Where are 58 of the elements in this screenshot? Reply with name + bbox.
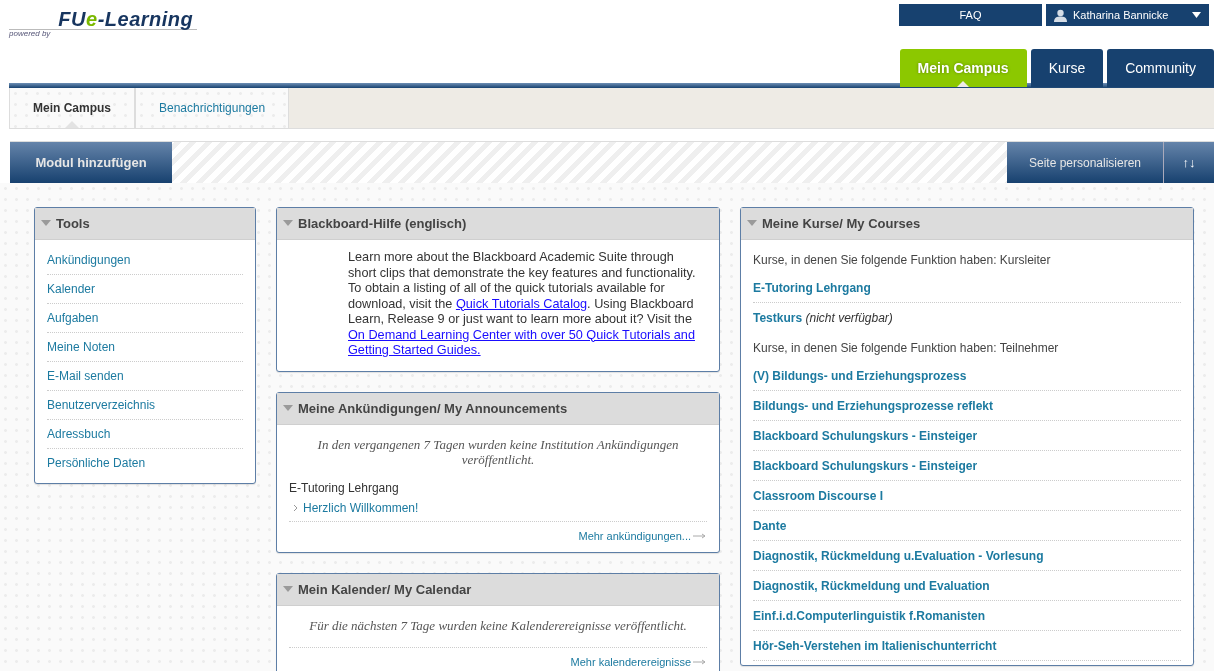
faq-link[interactable]: FAQ: [899, 4, 1042, 26]
module-title: Mein Kalender/ My Calendar: [298, 581, 472, 597]
add-module-button[interactable]: Modul hinzufügen: [10, 142, 172, 183]
main-tab[interactable]: Kurse: [1030, 49, 1104, 87]
user-menu[interactable]: Katharina Bannicke: [1046, 4, 1209, 26]
arrow-icon: [693, 532, 707, 539]
tool-link[interactable]: Aufgaben: [47, 304, 243, 333]
course-link[interactable]: Einf.i.d.Computerlinguistik f.Romanisten: [753, 609, 985, 623]
course-link[interactable]: Blackboard Schulungskurs - Einsteiger: [753, 459, 978, 473]
more-link[interactable]: Mehr ankündigungen...: [578, 529, 691, 542]
personalize-page-button[interactable]: Seite personalisieren: [1007, 142, 1164, 183]
course-link[interactable]: Hör-Seh-Verstehen im Italienischunterricht: [753, 639, 997, 653]
dropdown-caret-icon: [1192, 12, 1201, 18]
module-title: Blackboard-Hilfe (englisch): [298, 216, 467, 231]
course-link[interactable]: Testkurs: [753, 311, 803, 325]
module-title: Tools: [56, 216, 90, 231]
help-paragraph: Learn more about the Blackboard Academic Suite through short clips that demonstrate the key features and functionality. To obtain a listing of all of the quick tutorials available for download, visit the Quick Tutorials Catalog. Using Blackboard Learn, Release 9 or just want to learn more about it? Visit the On Demand Learning Center with over 50 Quick Tutorials and Getting Started Guides.: [277, 250, 719, 359]
collapse-caret-icon[interactable]: [283, 220, 293, 227]
chevron-icon: [293, 503, 298, 512]
tool-link[interactable]: Adressbuch: [47, 420, 243, 449]
collapse-caret-icon[interactable]: [747, 220, 757, 227]
module-title: Meine Kurse/ My Courses: [762, 216, 921, 231]
availability-note: (nicht verfügbar): [805, 311, 893, 325]
main-tab[interactable]: Community: [1107, 49, 1214, 87]
course-link[interactable]: Dante: [753, 519, 787, 533]
course-link[interactable]: Blackboard Schulungskurs - Einsteiger: [753, 429, 978, 443]
reorder-button[interactable]: ↑↓: [1164, 142, 1214, 183]
brand-logo[interactable]: powered by FUe-Learning: [9, 8, 198, 38]
empty-notice: In den vergangenen 7 Tagen wurden keine Institution Ankündigungen veröffentlicht.: [316, 436, 680, 467]
course-link[interactable]: Diagnostik, Rückmeldung und Evaluation: [753, 579, 990, 593]
arrow-icon: [693, 658, 707, 665]
tool-link[interactable]: Meine Noten: [47, 333, 243, 362]
tool-link[interactable]: Benutzerverzeichnis: [47, 391, 243, 420]
course-link[interactable]: Classroom Discourse I: [753, 489, 884, 503]
collapse-caret-icon[interactable]: [283, 585, 293, 593]
role-heading: Kurse, in denen Sie folgende Funktion haben: Kursleiter: [753, 252, 1052, 269]
course-name: E-Tutoring Lehrgang: [289, 480, 400, 495]
tool-link[interactable]: Kalender: [47, 275, 243, 304]
tool-link[interactable]: Persönliche Daten: [47, 449, 243, 477]
tutorial-link[interactable]: On Demand Learning Center with over 50 Quick Tutorials and Getting Started Guides.: [348, 327, 705, 359]
announcement-link[interactable]: Herzlich Willkommen!: [303, 500, 419, 515]
role-heading: Kurse, in denen Sie folgende Funktion haben: Teilnehmer: [753, 340, 1060, 357]
course-link[interactable]: E-Tutoring Lehrgang: [753, 281, 871, 295]
collapse-caret-icon[interactable]: [283, 404, 293, 412]
powered-by-text: powered by: [9, 29, 51, 38]
user-icon: [1054, 8, 1067, 22]
more-link[interactable]: Mehr kalenderereignisse: [570, 655, 691, 668]
module-title: Meine Ankündigungen/ My Announcements: [298, 400, 568, 416]
course-link[interactable]: Bildungs- und Erziehungsprozesse reflekt: [753, 399, 994, 413]
sub-tab[interactable]: Mein Campus: [9, 88, 135, 128]
collapse-caret-icon[interactable]: [41, 220, 51, 227]
tool-link[interactable]: E-Mail senden: [47, 362, 243, 391]
empty-notice: Für die nächsten 7 Tage wurden keine Kalenderereignisse veröffentlicht.: [308, 617, 688, 633]
course-link[interactable]: Diagnostik, Rückmeldung u.Evaluation - Vorlesung: [753, 549, 1044, 563]
sub-tab[interactable]: Benachrichtigungen: [135, 88, 290, 128]
tool-link[interactable]: Ankündigungen: [47, 246, 243, 275]
course-link[interactable]: (V) Bildungs- und Erziehungsprozess: [753, 369, 967, 383]
logo-wordmark: FUe-Learning: [58, 8, 194, 30]
